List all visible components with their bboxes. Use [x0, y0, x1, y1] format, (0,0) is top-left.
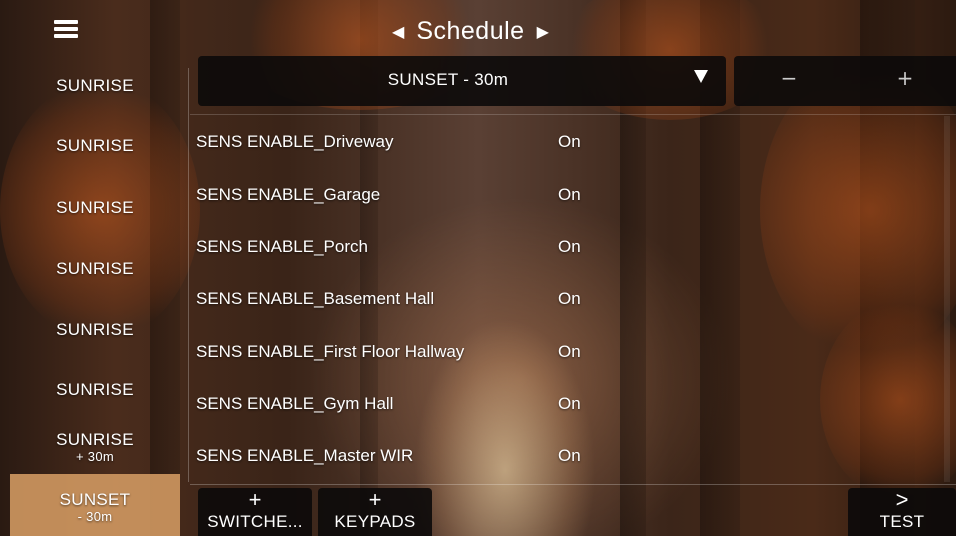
device-name: SENS ENABLE_Driveway — [196, 132, 394, 151]
add-keypads-button[interactable]: + KEYPADS — [318, 488, 432, 536]
button-label: SWITCHE... — [207, 512, 303, 531]
device-state[interactable]: On — [558, 446, 581, 466]
sidebar-item-4[interactable]: SUNRISE — [10, 259, 180, 279]
button-label: KEYPADS — [334, 512, 416, 531]
device-name: SENS ENABLE_Porch — [196, 237, 368, 256]
list-item[interactable]: SENS ENABLE_Garage On — [196, 185, 936, 225]
sidebar-item-label: SUNRISE — [56, 320, 134, 339]
top-bar: ◀ Schedule ▶ — [0, 0, 956, 58]
sidebar-item-label: SUNRISE — [56, 430, 134, 449]
list-item[interactable]: SENS ENABLE_Basement Hall On — [196, 289, 936, 329]
device-state[interactable]: On — [558, 132, 581, 152]
dropdown-value: SUNSET - 30m — [387, 70, 509, 89]
plus-icon: + — [368, 487, 382, 512]
list-scrollbar[interactable] — [944, 116, 950, 482]
device-state[interactable]: On — [558, 289, 581, 309]
increment-button[interactable]: + — [890, 66, 920, 90]
list-item[interactable]: SENS ENABLE_Gym Hall On — [196, 394, 936, 434]
sidebar-item-7[interactable]: SUNRISE + 30m — [10, 430, 180, 474]
list-item[interactable]: SENS ENABLE_First Floor Hallway On — [196, 342, 936, 382]
page-title: Schedule — [416, 16, 525, 45]
list-item[interactable]: SENS ENABLE_Porch On — [196, 237, 936, 277]
sidebar-item-offset: - 30m — [77, 509, 113, 524]
device-name: SENS ENABLE_Master WIR — [196, 446, 414, 465]
event-time-dropdown[interactable]: SUNSET - 30m — [198, 56, 726, 106]
list-item[interactable]: SENS ENABLE_Driveway On — [196, 132, 936, 172]
test-button[interactable]: > TEST — [848, 488, 956, 536]
prev-arrow-icon[interactable]: ◀ — [392, 22, 404, 41]
device-name: SENS ENABLE_Gym Hall — [196, 394, 394, 413]
list-item[interactable]: SENS ENABLE_Master WIR On — [196, 446, 936, 486]
sidebar-item-1[interactable]: SUNRISE — [10, 76, 180, 96]
sidebar-divider — [188, 68, 189, 482]
sidebar-item-8-active[interactable]: SUNSET - 30m — [10, 474, 180, 536]
device-name: SENS ENABLE_Basement Hall — [196, 289, 435, 308]
plus-icon: + — [248, 487, 262, 512]
sidebar-item-6[interactable]: SUNRISE — [10, 380, 180, 400]
sidebar: SUNRISE SUNRISE SUNRISE SUNRISE SUNRISE … — [0, 58, 186, 536]
chevron-right-icon: > — [895, 487, 909, 512]
sidebar-item-offset: + 30m — [76, 449, 114, 464]
device-name: SENS ENABLE_First Floor Hallway — [196, 342, 465, 361]
next-arrow-icon[interactable]: ▶ — [537, 22, 549, 41]
sidebar-item-label: SUNRISE — [56, 136, 134, 155]
device-state[interactable]: On — [558, 237, 581, 257]
sidebar-item-label: SUNRISE — [56, 198, 134, 217]
button-label: TEST — [879, 512, 925, 531]
hamburger-menu-icon[interactable] — [54, 20, 78, 38]
list-bottom-divider — [190, 484, 956, 485]
sidebar-item-label: SUNRISE — [56, 259, 134, 278]
sidebar-item-label: SUNSET — [59, 490, 131, 509]
decrement-button[interactable]: − — [774, 66, 804, 90]
device-state[interactable]: On — [558, 185, 581, 205]
chevron-down-icon — [694, 70, 708, 83]
sidebar-item-5[interactable]: SUNRISE — [10, 320, 180, 340]
sidebar-item-label: SUNRISE — [56, 76, 134, 95]
device-state[interactable]: On — [558, 394, 581, 414]
device-name: SENS ENABLE_Garage — [196, 185, 381, 204]
device-state[interactable]: On — [558, 342, 581, 362]
add-switches-button[interactable]: + SWITCHE... — [198, 488, 312, 536]
sidebar-item-2[interactable]: SUNRISE — [10, 136, 180, 156]
sidebar-item-label: SUNRISE — [56, 380, 134, 399]
sidebar-item-3[interactable]: SUNRISE — [10, 198, 180, 218]
list-top-divider — [190, 114, 956, 115]
offset-stepper: − + — [734, 56, 956, 106]
title-group: ◀ Schedule ▶ — [392, 14, 549, 48]
